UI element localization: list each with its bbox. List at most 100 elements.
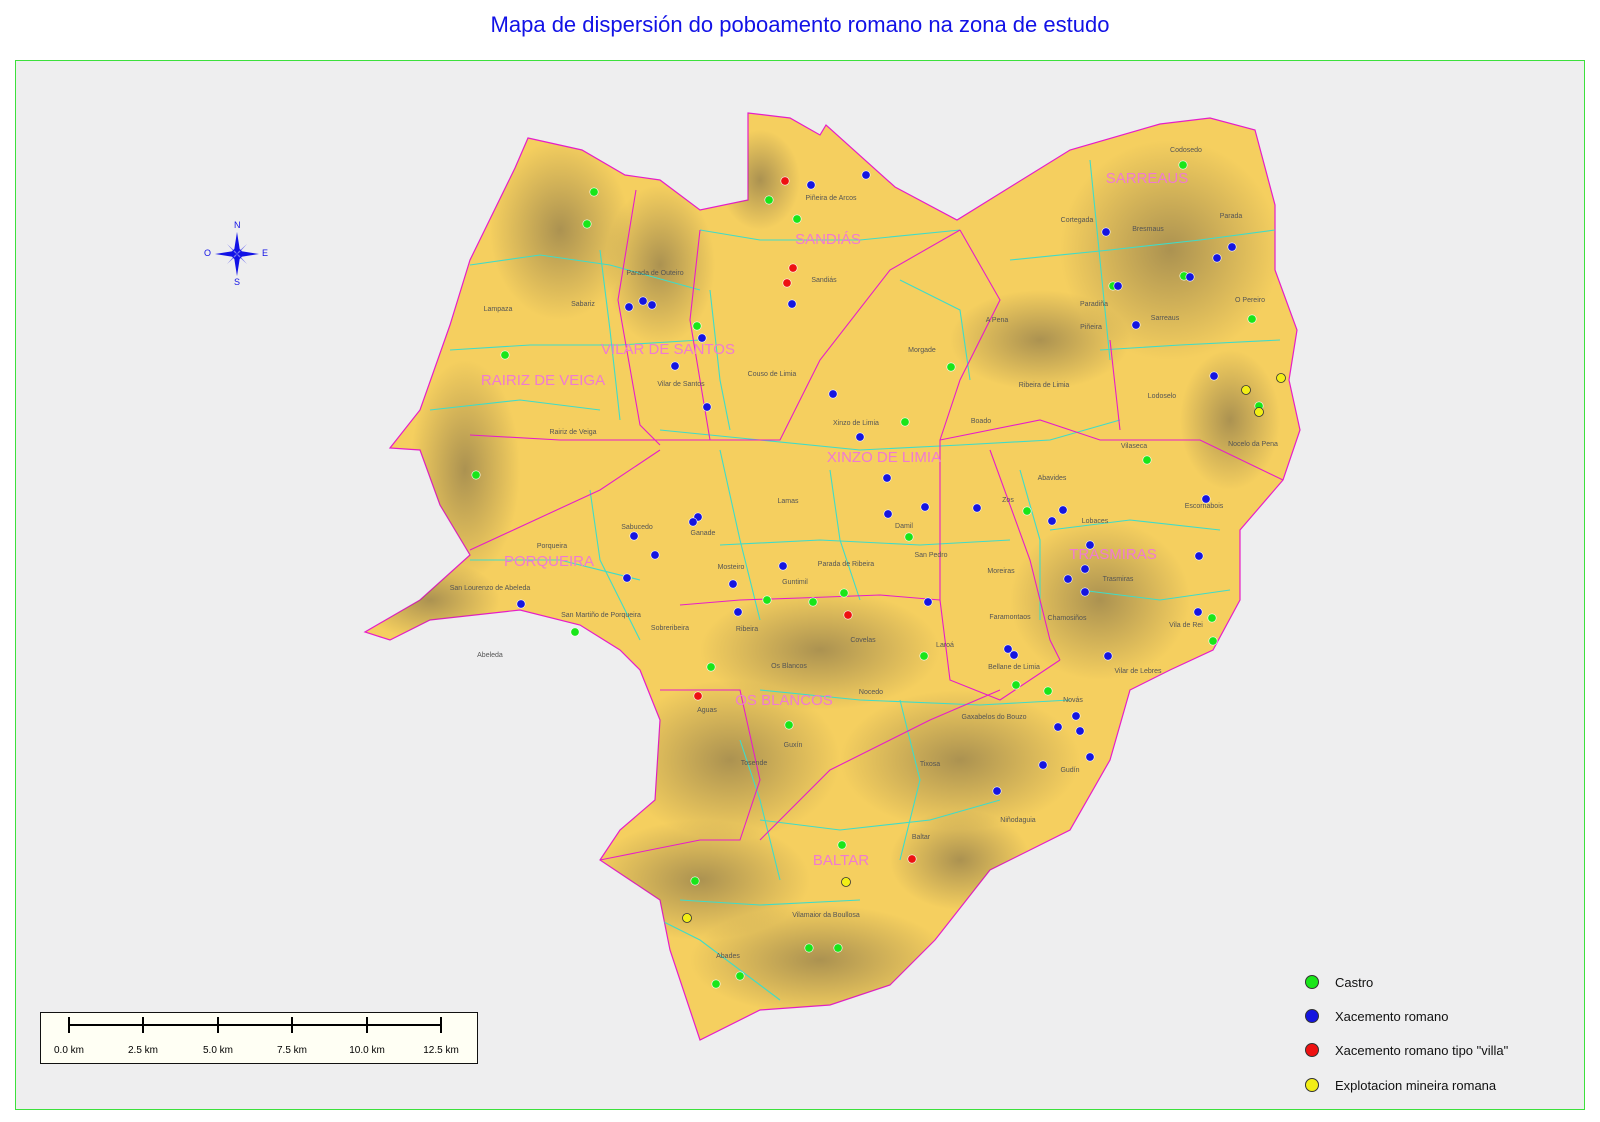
xacemento-site-marker[interactable] [778, 561, 788, 571]
xacemento-site-marker[interactable] [1063, 574, 1073, 584]
castro-site-marker[interactable] [690, 876, 700, 886]
xacemento-site-marker[interactable] [516, 599, 526, 609]
castro-site-marker[interactable] [1142, 455, 1152, 465]
scale-label-0: 0.0 km [53, 1045, 85, 1056]
xacemento-site-marker[interactable] [992, 786, 1002, 796]
xacemento-site-marker[interactable] [1080, 564, 1090, 574]
castro-site-marker[interactable] [735, 971, 745, 981]
villa-site-marker[interactable] [782, 278, 792, 288]
castro-site-marker[interactable] [711, 979, 721, 989]
castro-site-marker[interactable] [1207, 613, 1217, 623]
castro-site-marker[interactable] [764, 195, 774, 205]
xacemento-site-marker[interactable] [1080, 587, 1090, 597]
xacemento-site-marker[interactable] [923, 597, 933, 607]
castro-site-marker[interactable] [500, 350, 510, 360]
villa-site-marker[interactable] [788, 263, 798, 273]
xacemento-site-marker[interactable] [883, 509, 893, 519]
mineira-site-marker[interactable] [1254, 407, 1264, 417]
castro-site-marker[interactable] [570, 627, 580, 637]
parish-label: Faramontaos [989, 614, 1031, 621]
xacemento-site-marker[interactable] [1131, 320, 1141, 330]
map-canvas[interactable]: SANDIÁS SARREAUS VILAR DE SANTOS RAIRIZ DE … [0, 0, 1600, 1122]
castro-site-marker[interactable] [1011, 680, 1021, 690]
castro-site-marker[interactable] [804, 943, 814, 953]
xacemento-site-marker[interactable] [1058, 505, 1068, 515]
xacemento-site-marker[interactable] [1113, 281, 1123, 291]
xacemento-site-marker[interactable] [972, 503, 982, 513]
mineira-site-marker[interactable] [682, 913, 692, 923]
castro-site-marker[interactable] [900, 417, 910, 427]
castro-site-marker[interactable] [762, 595, 772, 605]
xacemento-site-marker[interactable] [622, 573, 632, 583]
xacemento-site-marker[interactable] [1201, 494, 1211, 504]
villa-site-marker[interactable] [693, 691, 703, 701]
xacemento-site-marker[interactable] [1227, 242, 1237, 252]
xacemento-site-marker[interactable] [806, 180, 816, 190]
castro-site-marker[interactable] [589, 187, 599, 197]
castro-site-marker[interactable] [1247, 314, 1257, 324]
castro-site-marker[interactable] [1208, 636, 1218, 646]
castro-site-marker[interactable] [839, 588, 849, 598]
xacemento-site-marker[interactable] [882, 473, 892, 483]
xacemento-site-marker[interactable] [1009, 650, 1019, 660]
xacemento-site-marker[interactable] [1209, 371, 1219, 381]
xacemento-site-marker[interactable] [1185, 272, 1195, 282]
castro-site-marker[interactable] [837, 840, 847, 850]
castro-site-marker[interactable] [784, 720, 794, 730]
mineira-site-marker[interactable] [1241, 385, 1251, 395]
castro-site-marker[interactable] [1043, 686, 1053, 696]
legend-item-villa: Xacemento romano tipo "villa" [1305, 1040, 1508, 1060]
xacemento-site-marker[interactable] [861, 170, 871, 180]
mineira-site-marker[interactable] [841, 877, 851, 887]
xacemento-site-marker[interactable] [1194, 551, 1204, 561]
villa-site-marker[interactable] [907, 854, 917, 864]
castro-site-marker[interactable] [833, 943, 843, 953]
castro-site-marker[interactable] [471, 470, 481, 480]
xacemento-site-marker[interactable] [697, 333, 707, 343]
xacemento-site-marker[interactable] [828, 389, 838, 399]
xacemento-site-marker[interactable] [1212, 253, 1222, 263]
parish-label: Sandiás [811, 277, 837, 284]
xacemento-site-marker[interactable] [1075, 726, 1085, 736]
xacemento-site-marker[interactable] [1085, 540, 1095, 550]
xacemento-site-marker[interactable] [629, 531, 639, 541]
castro-site-marker[interactable] [1022, 506, 1032, 516]
xacemento-site-marker[interactable] [733, 607, 743, 617]
xacemento-site-marker[interactable] [1193, 607, 1203, 617]
castro-site-marker[interactable] [1178, 160, 1188, 170]
castro-site-marker[interactable] [946, 362, 956, 372]
xacemento-site-marker[interactable] [1101, 227, 1111, 237]
municipality-label: XINZO DE LIMIA [827, 449, 941, 466]
castro-site-marker[interactable] [919, 651, 929, 661]
castro-site-marker[interactable] [582, 219, 592, 229]
xacemento-site-marker[interactable] [1038, 760, 1048, 770]
villa-site-marker[interactable] [843, 610, 853, 620]
castro-site-marker[interactable] [692, 321, 702, 331]
xacemento-site-marker[interactable] [1103, 651, 1113, 661]
xacemento-site-marker[interactable] [1085, 752, 1095, 762]
xacemento-site-marker[interactable] [688, 517, 698, 527]
xacemento-site-marker[interactable] [624, 302, 634, 312]
xacemento-site-marker[interactable] [1047, 516, 1057, 526]
villa-site-marker[interactable] [780, 176, 790, 186]
xacemento-site-marker[interactable] [702, 402, 712, 412]
xacemento-site-marker[interactable] [670, 361, 680, 371]
parish-label: Guntimil [782, 579, 808, 586]
castro-site-marker[interactable] [792, 214, 802, 224]
mineira-site-marker[interactable] [1276, 373, 1286, 383]
castro-site-marker[interactable] [706, 662, 716, 672]
xacemento-site-marker[interactable] [787, 299, 797, 309]
castro-site-marker[interactable] [904, 532, 914, 542]
municipality-label: RAIRIZ DE VEIGA [481, 372, 605, 389]
xacemento-site-marker[interactable] [1071, 711, 1081, 721]
xacemento-site-marker[interactable] [638, 296, 648, 306]
castro-site-marker[interactable] [808, 597, 818, 607]
parish-label: Parada de Ribeira [818, 561, 875, 568]
parish-label: Boado [971, 418, 991, 425]
xacemento-site-marker[interactable] [647, 300, 657, 310]
xacemento-site-marker[interactable] [1053, 722, 1063, 732]
xacemento-site-marker[interactable] [728, 579, 738, 589]
xacemento-site-marker[interactable] [650, 550, 660, 560]
xacemento-site-marker[interactable] [920, 502, 930, 512]
xacemento-site-marker[interactable] [855, 432, 865, 442]
